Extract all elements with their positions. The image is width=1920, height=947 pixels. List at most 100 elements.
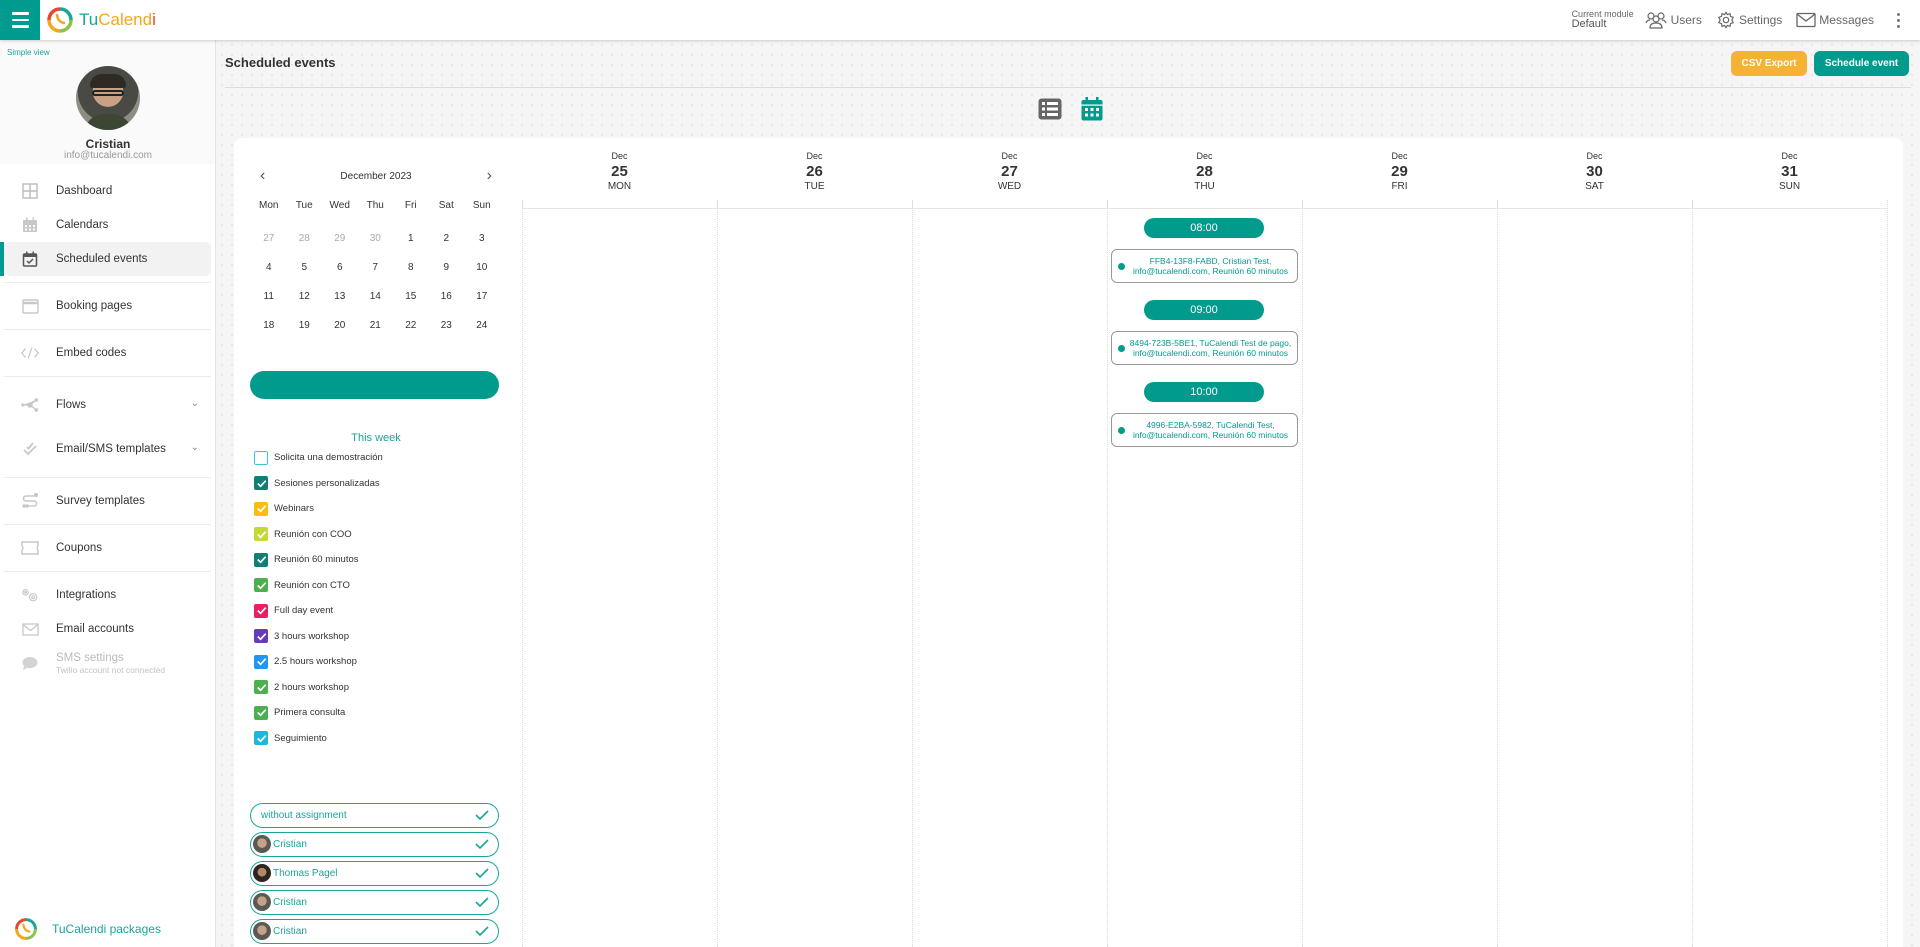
list-view-button[interactable] — [1036, 95, 1064, 123]
assignee-filter[interactable]: Cristian — [250, 832, 499, 857]
checkbox[interactable] — [254, 552, 268, 567]
event-type-filter[interactable]: Seguimiento — [254, 726, 383, 752]
check-icon — [474, 895, 490, 912]
more-options-button[interactable] — [1888, 11, 1908, 29]
calendar-day[interactable]: 28 — [287, 224, 323, 253]
this-week-button[interactable]: This week — [250, 432, 502, 444]
sidebar-item-flows[interactable]: Flows ⌄ — [4, 383, 211, 427]
calendar-day[interactable]: 14 — [358, 282, 394, 311]
calendar-day[interactable]: 8 — [393, 253, 429, 282]
calendar-day[interactable]: 4 — [251, 253, 287, 282]
checkbox[interactable] — [254, 705, 268, 720]
checkbox[interactable] — [254, 629, 268, 644]
checkbox[interactable] — [254, 476, 268, 491]
event-type-filter[interactable]: Solicita una demostración — [254, 445, 383, 471]
calendar-day[interactable]: 16 — [429, 282, 465, 311]
logo[interactable]: TuCalendi — [46, 6, 156, 34]
checkbox[interactable] — [254, 450, 268, 465]
filter-label: Full day event — [274, 605, 334, 617]
checkbox[interactable] — [254, 603, 268, 618]
calendar-day[interactable]: 29 — [393, 340, 429, 369]
checkbox[interactable] — [254, 578, 268, 593]
settings-link[interactable]: Settings — [1716, 11, 1782, 29]
csv-export-button[interactable]: CSV Export — [1731, 51, 1807, 76]
calendar-day[interactable]: 10 — [464, 253, 500, 282]
calendar-day[interactable]: 3 — [464, 224, 500, 253]
sidebar-item-dashboard[interactable]: Dashboard — [4, 174, 211, 208]
checkbox[interactable] — [254, 654, 268, 669]
calendar-day[interactable]: 22 — [393, 311, 429, 340]
calendar-day[interactable]: 24 — [464, 311, 500, 340]
sidebar-item-embed-codes[interactable]: Embed codes — [4, 336, 211, 370]
calendar-day[interactable]: 5 — [287, 253, 323, 282]
event-type-filter[interactable]: 3 hours workshop — [254, 624, 383, 650]
sidebar-item-booking-pages[interactable]: Booking pages — [4, 289, 211, 323]
calendar-view-button[interactable] — [1078, 95, 1106, 123]
calendar-day[interactable]: 27 — [251, 224, 287, 253]
calendar-day[interactable]: 28 — [358, 340, 394, 369]
checkbox[interactable] — [254, 527, 268, 542]
event-type-filter[interactable]: 2.5 hours workshop — [254, 649, 383, 675]
calendar-day[interactable]: 12 — [287, 282, 323, 311]
messages-link[interactable]: Messages — [1796, 12, 1874, 28]
sidebar-item-email-accounts[interactable]: Email accounts — [4, 612, 211, 646]
event-type-filter[interactable]: 2 hours workshop — [254, 675, 383, 701]
event-type-filter[interactable]: Sesiones personalizadas — [254, 471, 383, 497]
event-type-filter[interactable]: Reunión con CTO — [254, 573, 383, 599]
calendar-day[interactable]: 25 — [251, 340, 287, 369]
calendar-day[interactable]: 13 — [322, 282, 358, 311]
sidebar-item-sms-settings[interactable]: SMS settings Twilio account not connecte… — [4, 646, 211, 680]
calendar-day[interactable]: 21 — [358, 311, 394, 340]
event-card[interactable]: 4996-E2BA-5982, TuCalendi Test, info@tuca… — [1111, 413, 1298, 447]
column-divider — [1497, 210, 1498, 947]
calendar-day[interactable]: 7 — [358, 253, 394, 282]
event-type-filter[interactable]: Reunión 60 minutos — [254, 547, 383, 573]
sidebar-item-survey-templates[interactable]: Survey templates — [4, 484, 211, 518]
calendar-day[interactable]: 23 — [429, 311, 465, 340]
logo-icon — [47, 7, 73, 33]
checkbox[interactable] — [254, 501, 268, 516]
current-module[interactable]: Current module Default — [1572, 10, 1634, 30]
event-card[interactable]: FFB4-13F8-FABD, Cristian Test, info@tucal… — [1111, 249, 1298, 283]
event-type-filter[interactable]: Webinars — [254, 496, 383, 522]
assignee-filter[interactable]: Cristian — [250, 919, 499, 944]
calendar-day[interactable]: 11 — [251, 282, 287, 311]
calendar-day[interactable]: 26 — [287, 340, 323, 369]
event-type-filter[interactable]: Full day event — [254, 598, 383, 624]
calendar-day[interactable]: 29 — [322, 224, 358, 253]
calendar-day[interactable]: 20 — [322, 311, 358, 340]
menu-toggle-button[interactable] — [0, 0, 40, 40]
checkbox[interactable] — [254, 731, 268, 746]
calendar-day[interactable]: 18 — [251, 311, 287, 340]
event-type-filter[interactable]: Reunión con COO — [254, 522, 383, 548]
sidebar-item-email-sms-templates[interactable]: Email/SMS templates ⌄ — [4, 427, 211, 471]
calendar-day[interactable]: 2 — [429, 224, 465, 253]
assignee-filter[interactable]: without assignment — [250, 803, 499, 828]
sidebar-item-scheduled-events[interactable]: Scheduled events — [0, 242, 211, 276]
schedule-event-button[interactable]: Schedule event — [1814, 51, 1909, 76]
assignee-filter[interactable]: Cristian — [250, 890, 499, 915]
calendar-day[interactable]: 17 — [464, 282, 500, 311]
next-month-button[interactable]: › — [487, 168, 492, 184]
sidebar-item-integrations[interactable]: Integrations — [4, 578, 211, 612]
assignee-filter[interactable]: Thomas Pagel — [250, 861, 499, 886]
calendar-day[interactable]: 9 — [429, 253, 465, 282]
simple-view-link[interactable]: Simple view — [7, 48, 50, 57]
event-card[interactable]: 8494-723B-5BE1, TuCalendi Test de pago, i… — [1111, 331, 1298, 365]
checkbox[interactable] — [254, 680, 268, 695]
sidebar-item-coupons[interactable]: Coupons — [4, 531, 211, 565]
calendar-day[interactable]: 19 — [287, 311, 323, 340]
calendar-day[interactable]: 27 — [322, 340, 358, 369]
packages-link[interactable]: TuCalendi packages — [14, 917, 161, 941]
event-type-filter[interactable]: Primera consulta — [254, 700, 383, 726]
previous-month-button[interactable]: ‹ — [260, 168, 265, 184]
users-link[interactable]: Users — [1644, 11, 1702, 29]
calendar-day[interactable]: 30 — [358, 224, 394, 253]
calendar-day[interactable]: 6 — [322, 253, 358, 282]
avatar[interactable] — [76, 66, 140, 130]
calendar-day[interactable]: 31 — [464, 340, 500, 369]
calendar-day[interactable]: 1 — [393, 224, 429, 253]
sidebar-item-calendars[interactable]: Calendars — [4, 208, 211, 242]
calendar-day[interactable]: 30 — [429, 340, 465, 369]
calendar-day[interactable]: 15 — [393, 282, 429, 311]
